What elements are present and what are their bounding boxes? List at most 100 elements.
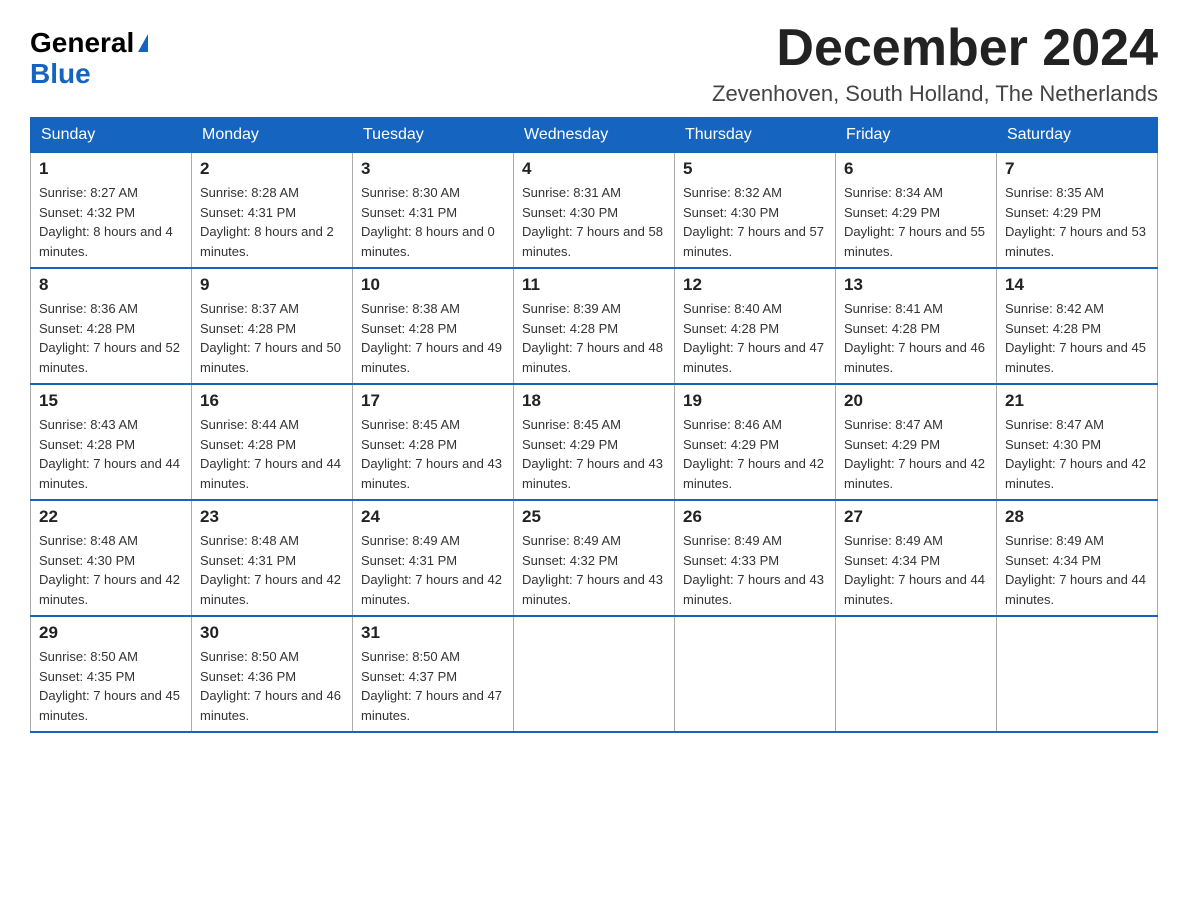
header-day-thursday: Thursday: [675, 118, 836, 153]
calendar-cell: 22 Sunrise: 8:48 AM Sunset: 4:30 PM Dayl…: [31, 500, 192, 616]
calendar-cell: 25 Sunrise: 8:49 AM Sunset: 4:32 PM Dayl…: [514, 500, 675, 616]
day-number: 30: [200, 623, 344, 643]
day-number: 21: [1005, 391, 1149, 411]
header-day-tuesday: Tuesday: [353, 118, 514, 153]
day-number: 27: [844, 507, 988, 527]
day-info: Sunrise: 8:28 AM Sunset: 4:31 PM Dayligh…: [200, 183, 344, 261]
day-info: Sunrise: 8:36 AM Sunset: 4:28 PM Dayligh…: [39, 299, 183, 377]
day-info: Sunrise: 8:46 AM Sunset: 4:29 PM Dayligh…: [683, 415, 827, 493]
day-info: Sunrise: 8:48 AM Sunset: 4:31 PM Dayligh…: [200, 531, 344, 609]
header-day-monday: Monday: [192, 118, 353, 153]
day-number: 28: [1005, 507, 1149, 527]
day-number: 4: [522, 159, 666, 179]
day-number: 17: [361, 391, 505, 411]
calendar-cell: 9 Sunrise: 8:37 AM Sunset: 4:28 PM Dayli…: [192, 268, 353, 384]
day-number: 24: [361, 507, 505, 527]
calendar-header: SundayMondayTuesdayWednesdayThursdayFrid…: [31, 118, 1158, 153]
day-number: 19: [683, 391, 827, 411]
calendar-cell: 16 Sunrise: 8:44 AM Sunset: 4:28 PM Dayl…: [192, 384, 353, 500]
day-number: 25: [522, 507, 666, 527]
calendar-cell: 19 Sunrise: 8:46 AM Sunset: 4:29 PM Dayl…: [675, 384, 836, 500]
day-number: 12: [683, 275, 827, 295]
logo-general-text: General: [30, 28, 134, 59]
day-info: Sunrise: 8:41 AM Sunset: 4:28 PM Dayligh…: [844, 299, 988, 377]
day-info: Sunrise: 8:49 AM Sunset: 4:34 PM Dayligh…: [1005, 531, 1149, 609]
calendar-cell: 17 Sunrise: 8:45 AM Sunset: 4:28 PM Dayl…: [353, 384, 514, 500]
calendar-cell: 13 Sunrise: 8:41 AM Sunset: 4:28 PM Dayl…: [836, 268, 997, 384]
calendar-cell: 6 Sunrise: 8:34 AM Sunset: 4:29 PM Dayli…: [836, 153, 997, 269]
logo: General Blue: [30, 28, 148, 90]
day-number: 9: [200, 275, 344, 295]
calendar-cell: 5 Sunrise: 8:32 AM Sunset: 4:30 PM Dayli…: [675, 153, 836, 269]
day-info: Sunrise: 8:44 AM Sunset: 4:28 PM Dayligh…: [200, 415, 344, 493]
calendar-cell: 21 Sunrise: 8:47 AM Sunset: 4:30 PM Dayl…: [997, 384, 1158, 500]
calendar-cell: 26 Sunrise: 8:49 AM Sunset: 4:33 PM Dayl…: [675, 500, 836, 616]
day-info: Sunrise: 8:34 AM Sunset: 4:29 PM Dayligh…: [844, 183, 988, 261]
header-row: SundayMondayTuesdayWednesdayThursdayFrid…: [31, 118, 1158, 153]
day-info: Sunrise: 8:48 AM Sunset: 4:30 PM Dayligh…: [39, 531, 183, 609]
day-info: Sunrise: 8:49 AM Sunset: 4:34 PM Dayligh…: [844, 531, 988, 609]
calendar-body: 1 Sunrise: 8:27 AM Sunset: 4:32 PM Dayli…: [31, 153, 1158, 733]
week-row-5: 29 Sunrise: 8:50 AM Sunset: 4:35 PM Dayl…: [31, 616, 1158, 732]
day-number: 18: [522, 391, 666, 411]
location-title: Zevenhoven, South Holland, The Netherlan…: [712, 81, 1158, 107]
day-number: 15: [39, 391, 183, 411]
calendar-cell: 31 Sunrise: 8:50 AM Sunset: 4:37 PM Dayl…: [353, 616, 514, 732]
header-day-friday: Friday: [836, 118, 997, 153]
week-row-1: 1 Sunrise: 8:27 AM Sunset: 4:32 PM Dayli…: [31, 153, 1158, 269]
calendar-table: SundayMondayTuesdayWednesdayThursdayFrid…: [30, 117, 1158, 733]
day-number: 31: [361, 623, 505, 643]
day-info: Sunrise: 8:45 AM Sunset: 4:29 PM Dayligh…: [522, 415, 666, 493]
week-row-3: 15 Sunrise: 8:43 AM Sunset: 4:28 PM Dayl…: [31, 384, 1158, 500]
day-info: Sunrise: 8:39 AM Sunset: 4:28 PM Dayligh…: [522, 299, 666, 377]
day-info: Sunrise: 8:47 AM Sunset: 4:29 PM Dayligh…: [844, 415, 988, 493]
day-number: 11: [522, 275, 666, 295]
day-info: Sunrise: 8:30 AM Sunset: 4:31 PM Dayligh…: [361, 183, 505, 261]
calendar-cell: 11 Sunrise: 8:39 AM Sunset: 4:28 PM Dayl…: [514, 268, 675, 384]
header-day-wednesday: Wednesday: [514, 118, 675, 153]
day-number: 2: [200, 159, 344, 179]
day-info: Sunrise: 8:50 AM Sunset: 4:37 PM Dayligh…: [361, 647, 505, 725]
day-info: Sunrise: 8:50 AM Sunset: 4:36 PM Dayligh…: [200, 647, 344, 725]
calendar-cell: 1 Sunrise: 8:27 AM Sunset: 4:32 PM Dayli…: [31, 153, 192, 269]
calendar-cell: 8 Sunrise: 8:36 AM Sunset: 4:28 PM Dayli…: [31, 268, 192, 384]
day-info: Sunrise: 8:37 AM Sunset: 4:28 PM Dayligh…: [200, 299, 344, 377]
calendar-cell: 28 Sunrise: 8:49 AM Sunset: 4:34 PM Dayl…: [997, 500, 1158, 616]
calendar-cell: 20 Sunrise: 8:47 AM Sunset: 4:29 PM Dayl…: [836, 384, 997, 500]
calendar-cell: [836, 616, 997, 732]
day-number: 7: [1005, 159, 1149, 179]
calendar-cell: 15 Sunrise: 8:43 AM Sunset: 4:28 PM Dayl…: [31, 384, 192, 500]
calendar-cell: 3 Sunrise: 8:30 AM Sunset: 4:31 PM Dayli…: [353, 153, 514, 269]
day-number: 29: [39, 623, 183, 643]
day-number: 3: [361, 159, 505, 179]
day-info: Sunrise: 8:40 AM Sunset: 4:28 PM Dayligh…: [683, 299, 827, 377]
day-number: 23: [200, 507, 344, 527]
day-info: Sunrise: 8:49 AM Sunset: 4:33 PM Dayligh…: [683, 531, 827, 609]
week-row-4: 22 Sunrise: 8:48 AM Sunset: 4:30 PM Dayl…: [31, 500, 1158, 616]
header-day-saturday: Saturday: [997, 118, 1158, 153]
month-title: December 2024: [712, 20, 1158, 77]
day-number: 14: [1005, 275, 1149, 295]
day-info: Sunrise: 8:47 AM Sunset: 4:30 PM Dayligh…: [1005, 415, 1149, 493]
logo-triangle-icon: [138, 34, 148, 52]
title-area: December 2024 Zevenhoven, South Holland,…: [712, 20, 1158, 107]
day-number: 5: [683, 159, 827, 179]
calendar-cell: 18 Sunrise: 8:45 AM Sunset: 4:29 PM Dayl…: [514, 384, 675, 500]
calendar-cell: 4 Sunrise: 8:31 AM Sunset: 4:30 PM Dayli…: [514, 153, 675, 269]
calendar-cell: [675, 616, 836, 732]
calendar-cell: 14 Sunrise: 8:42 AM Sunset: 4:28 PM Dayl…: [997, 268, 1158, 384]
day-info: Sunrise: 8:27 AM Sunset: 4:32 PM Dayligh…: [39, 183, 183, 261]
day-number: 6: [844, 159, 988, 179]
calendar-cell: 7 Sunrise: 8:35 AM Sunset: 4:29 PM Dayli…: [997, 153, 1158, 269]
calendar-cell: 23 Sunrise: 8:48 AM Sunset: 4:31 PM Dayl…: [192, 500, 353, 616]
day-number: 10: [361, 275, 505, 295]
day-info: Sunrise: 8:43 AM Sunset: 4:28 PM Dayligh…: [39, 415, 183, 493]
week-row-2: 8 Sunrise: 8:36 AM Sunset: 4:28 PM Dayli…: [31, 268, 1158, 384]
day-number: 22: [39, 507, 183, 527]
logo-blue-text: Blue: [30, 58, 91, 89]
day-info: Sunrise: 8:31 AM Sunset: 4:30 PM Dayligh…: [522, 183, 666, 261]
calendar-cell: 29 Sunrise: 8:50 AM Sunset: 4:35 PM Dayl…: [31, 616, 192, 732]
calendar-cell: 12 Sunrise: 8:40 AM Sunset: 4:28 PM Dayl…: [675, 268, 836, 384]
header-day-sunday: Sunday: [31, 118, 192, 153]
day-info: Sunrise: 8:42 AM Sunset: 4:28 PM Dayligh…: [1005, 299, 1149, 377]
